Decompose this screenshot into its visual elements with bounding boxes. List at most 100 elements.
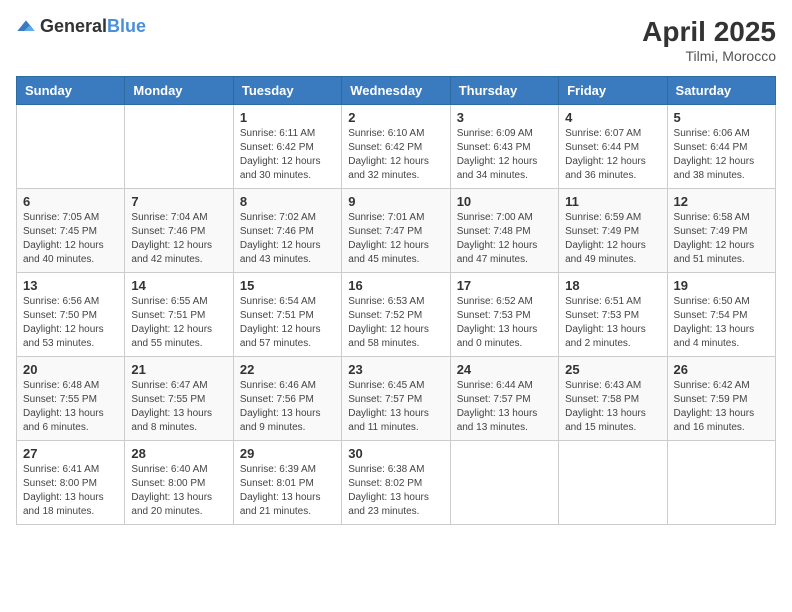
logo-general-text: GeneralBlue (40, 16, 146, 37)
day-of-week-header: Wednesday (342, 77, 450, 105)
day-of-week-header: Tuesday (233, 77, 341, 105)
calendar-day-cell: 28Sunrise: 6:40 AM Sunset: 8:00 PM Dayli… (125, 441, 233, 525)
calendar-week-row: 27 Sunrise: 6:41 AM Sunset: 8:00 PM Dayli… (17, 441, 776, 525)
day-number: 21 (131, 362, 226, 377)
calendar-day-cell (17, 105, 125, 189)
day-info: Sunrise: 6:53 AM Sunset: 7:52 PM Dayligh… (348, 295, 443, 351)
day-number: 3 (457, 110, 552, 125)
calendar-day-cell: 8 Sunrise: 7:02 AM Sunset: 7:46 PM Daylig… (233, 189, 341, 273)
calendar-day-cell: 16Sunrise: 6:53 AM Sunset: 7:52 PM Dayli… (342, 273, 450, 357)
day-number: 6 (23, 194, 118, 209)
calendar-day-cell: 24 Sunrise: 6:44 AM Sunset: 7:57 PM Dayli… (450, 357, 558, 441)
day-info: Sunrise: 6:47 AM Sunset: 7:55 PM Dayligh… (131, 379, 226, 435)
day-number: 28 (131, 446, 226, 461)
day-number: 17 (457, 278, 552, 293)
title-section: April 2025 Tilmi, Morocco (642, 16, 776, 64)
location: Tilmi, Morocco (642, 48, 776, 64)
day-number: 5 (674, 110, 769, 125)
day-number: 22 (240, 362, 335, 377)
day-number: 19 (674, 278, 769, 293)
day-number: 13 (23, 278, 118, 293)
calendar-day-cell: 10Sunrise: 7:00 AM Sunset: 7:48 PM Dayli… (450, 189, 558, 273)
day-number: 9 (348, 194, 443, 209)
calendar-day-cell: 18 Sunrise: 6:51 AM Sunset: 7:53 PM Dayli… (559, 273, 667, 357)
day-info: Sunrise: 6:45 AM Sunset: 7:57 PM Dayligh… (348, 379, 443, 435)
calendar-week-row: 1 Sunrise: 6:11 AM Sunset: 6:42 PM Daylig… (17, 105, 776, 189)
day-info: Sunrise: 6:11 AM Sunset: 6:42 PM Dayligh… (240, 127, 335, 183)
calendar-day-cell: 27 Sunrise: 6:41 AM Sunset: 8:00 PM Dayli… (17, 441, 125, 525)
calendar-day-cell (125, 105, 233, 189)
calendar-day-cell: 26 Sunrise: 6:42 AM Sunset: 7:59 PM Dayli… (667, 357, 775, 441)
day-of-week-header: Monday (125, 77, 233, 105)
calendar-day-cell: 2 Sunrise: 6:10 AM Sunset: 6:42 PM Daylig… (342, 105, 450, 189)
calendar-day-cell: 19 Sunrise: 6:50 AM Sunset: 7:54 PM Dayli… (667, 273, 775, 357)
calendar-day-cell: 23 Sunrise: 6:45 AM Sunset: 7:57 PM Dayli… (342, 357, 450, 441)
day-number: 1 (240, 110, 335, 125)
month-title: April 2025 (642, 16, 776, 48)
day-of-week-header: Thursday (450, 77, 558, 105)
calendar-table: SundayMondayTuesdayWednesdayThursdayFrid… (16, 76, 776, 525)
day-info: Sunrise: 6:10 AM Sunset: 6:42 PM Dayligh… (348, 127, 443, 183)
day-number: 4 (565, 110, 660, 125)
day-info: Sunrise: 7:04 AM Sunset: 7:46 PM Dayligh… (131, 211, 226, 267)
day-info: Sunrise: 6:42 AM Sunset: 7:59 PM Dayligh… (674, 379, 769, 435)
calendar-day-cell: 3 Sunrise: 6:09 AM Sunset: 6:43 PM Daylig… (450, 105, 558, 189)
day-info: Sunrise: 7:01 AM Sunset: 7:47 PM Dayligh… (348, 211, 443, 267)
calendar-week-row: 6 Sunrise: 7:05 AM Sunset: 7:45 PM Daylig… (17, 189, 776, 273)
calendar-day-cell: 20Sunrise: 6:48 AM Sunset: 7:55 PM Dayli… (17, 357, 125, 441)
calendar-day-cell: 5 Sunrise: 6:06 AM Sunset: 6:44 PM Daylig… (667, 105, 775, 189)
calendar-day-cell (667, 441, 775, 525)
calendar-day-cell: 12Sunrise: 6:58 AM Sunset: 7:49 PM Dayli… (667, 189, 775, 273)
calendar-day-cell: 22 Sunrise: 6:46 AM Sunset: 7:56 PM Dayli… (233, 357, 341, 441)
calendar-day-cell: 14Sunrise: 6:55 AM Sunset: 7:51 PM Dayli… (125, 273, 233, 357)
calendar-day-cell: 1 Sunrise: 6:11 AM Sunset: 6:42 PM Daylig… (233, 105, 341, 189)
calendar-header-row: SundayMondayTuesdayWednesdayThursdayFrid… (17, 77, 776, 105)
day-info: Sunrise: 6:46 AM Sunset: 7:56 PM Dayligh… (240, 379, 335, 435)
calendar-week-row: 13Sunrise: 6:56 AM Sunset: 7:50 PM Dayli… (17, 273, 776, 357)
day-info: Sunrise: 6:09 AM Sunset: 6:43 PM Dayligh… (457, 127, 552, 183)
day-of-week-header: Friday (559, 77, 667, 105)
calendar-day-cell: 17 Sunrise: 6:52 AM Sunset: 7:53 PM Dayli… (450, 273, 558, 357)
calendar-day-cell: 4 Sunrise: 6:07 AM Sunset: 6:44 PM Daylig… (559, 105, 667, 189)
day-info: Sunrise: 6:39 AM Sunset: 8:01 PM Dayligh… (240, 463, 335, 519)
day-number: 26 (674, 362, 769, 377)
day-number: 7 (131, 194, 226, 209)
logo-icon (16, 17, 36, 37)
day-info: Sunrise: 6:44 AM Sunset: 7:57 PM Dayligh… (457, 379, 552, 435)
day-number: 15 (240, 278, 335, 293)
day-number: 30 (348, 446, 443, 461)
day-info: Sunrise: 6:59 AM Sunset: 7:49 PM Dayligh… (565, 211, 660, 267)
day-number: 23 (348, 362, 443, 377)
day-number: 12 (674, 194, 769, 209)
calendar-day-cell (450, 441, 558, 525)
calendar-day-cell: 7 Sunrise: 7:04 AM Sunset: 7:46 PM Daylig… (125, 189, 233, 273)
calendar-day-cell: 21 Sunrise: 6:47 AM Sunset: 7:55 PM Dayli… (125, 357, 233, 441)
day-number: 25 (565, 362, 660, 377)
calendar-day-cell: 15 Sunrise: 6:54 AM Sunset: 7:51 PM Dayli… (233, 273, 341, 357)
logo: GeneralBlue (16, 16, 146, 37)
calendar-day-cell: 25Sunrise: 6:43 AM Sunset: 7:58 PM Dayli… (559, 357, 667, 441)
calendar-day-cell (559, 441, 667, 525)
day-info: Sunrise: 6:07 AM Sunset: 6:44 PM Dayligh… (565, 127, 660, 183)
day-info: Sunrise: 7:00 AM Sunset: 7:48 PM Dayligh… (457, 211, 552, 267)
day-info: Sunrise: 6:52 AM Sunset: 7:53 PM Dayligh… (457, 295, 552, 351)
day-of-week-header: Saturday (667, 77, 775, 105)
day-number: 27 (23, 446, 118, 461)
day-of-week-header: Sunday (17, 77, 125, 105)
day-info: Sunrise: 7:02 AM Sunset: 7:46 PM Dayligh… (240, 211, 335, 267)
day-info: Sunrise: 6:41 AM Sunset: 8:00 PM Dayligh… (23, 463, 118, 519)
day-info: Sunrise: 6:55 AM Sunset: 7:51 PM Dayligh… (131, 295, 226, 351)
day-number: 18 (565, 278, 660, 293)
day-info: Sunrise: 6:54 AM Sunset: 7:51 PM Dayligh… (240, 295, 335, 351)
calendar-day-cell: 13Sunrise: 6:56 AM Sunset: 7:50 PM Dayli… (17, 273, 125, 357)
day-number: 2 (348, 110, 443, 125)
calendar-week-row: 20Sunrise: 6:48 AM Sunset: 7:55 PM Dayli… (17, 357, 776, 441)
day-info: Sunrise: 7:05 AM Sunset: 7:45 PM Dayligh… (23, 211, 118, 267)
calendar-day-cell: 29Sunrise: 6:39 AM Sunset: 8:01 PM Dayli… (233, 441, 341, 525)
day-number: 11 (565, 194, 660, 209)
day-info: Sunrise: 6:06 AM Sunset: 6:44 PM Dayligh… (674, 127, 769, 183)
day-number: 24 (457, 362, 552, 377)
day-info: Sunrise: 6:51 AM Sunset: 7:53 PM Dayligh… (565, 295, 660, 351)
day-number: 8 (240, 194, 335, 209)
day-info: Sunrise: 6:50 AM Sunset: 7:54 PM Dayligh… (674, 295, 769, 351)
